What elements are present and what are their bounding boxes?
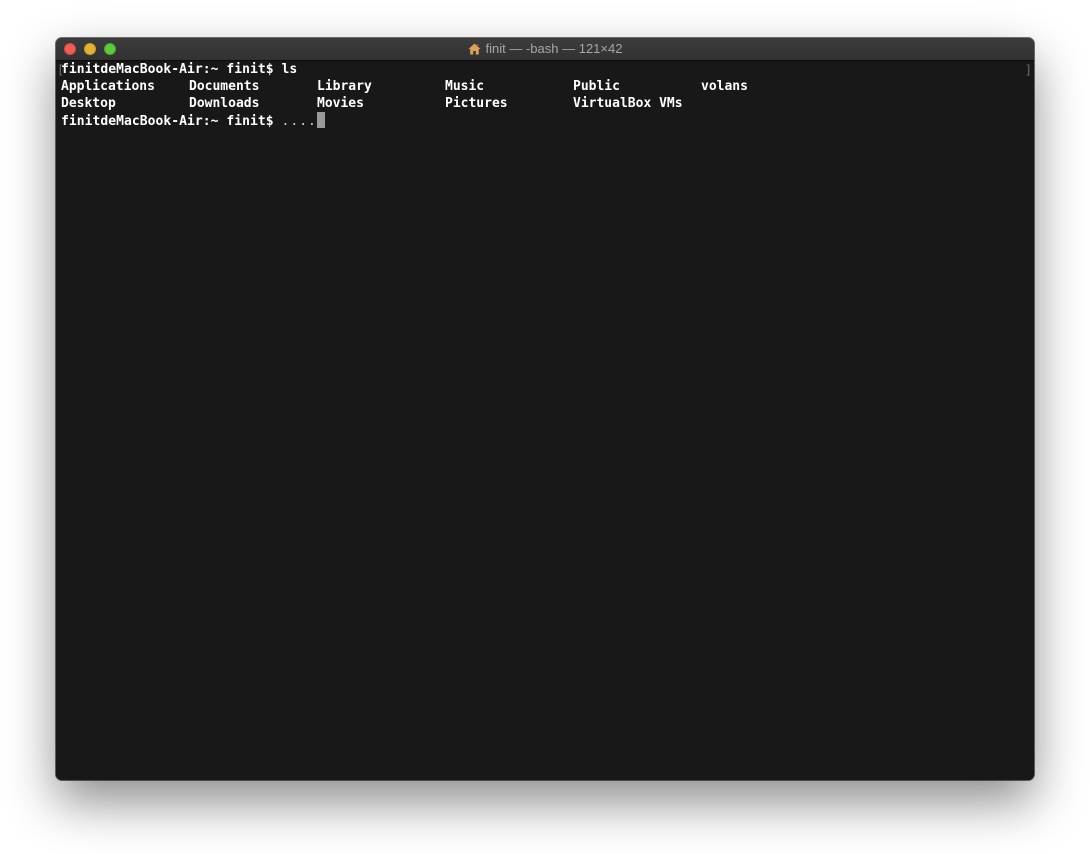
ls-item-pictures: Pictures	[445, 96, 508, 111]
prompt-text: finitdeMacBook-Air:~ finit$	[61, 114, 282, 129]
prompt-line-2: finitdeMacBook-Air:~ finit$ ....	[61, 112, 325, 129]
terminal-content[interactable]: [ ] finitdeMacBook-Air:~ finit$ ls Appli…	[56, 61, 1034, 780]
ls-output-row-2: Desktop Downloads Movies Pictures Virtua…	[61, 95, 683, 112]
prompt-line-1: finitdeMacBook-Air:~ finit$ ls	[61, 62, 298, 77]
ls-item-public: Public	[573, 79, 620, 94]
terminal-window: finit — -bash — 121×42 [ ] finitdeMacBoo…	[56, 38, 1034, 780]
ls-item-movies: Movies	[317, 96, 364, 111]
text-cursor	[316, 112, 325, 128]
ls-item-library: Library	[317, 79, 372, 94]
home-icon	[468, 43, 481, 55]
window-title: finit — -bash — 121×42	[56, 38, 1034, 60]
ls-item-volans: volans	[701, 79, 748, 94]
title-bar[interactable]: finit — -bash — 121×42	[56, 38, 1034, 61]
ls-item-applications: Applications	[61, 79, 155, 94]
ls-item-music: Music	[445, 79, 485, 94]
ls-item-virtualbox-vms: VirtualBox VMs	[573, 96, 683, 111]
ls-item-documents: Documents	[189, 79, 260, 94]
right-bracket-marker: ]	[1024, 63, 1032, 77]
window-title-text: finit — -bash — 121×42	[485, 41, 623, 56]
ls-output-row-1: Applications Documents Library Music Pub…	[61, 78, 748, 95]
ls-item-downloads: Downloads	[189, 96, 260, 111]
ls-item-desktop: Desktop	[61, 96, 116, 111]
typed-input: ....	[281, 114, 317, 129]
